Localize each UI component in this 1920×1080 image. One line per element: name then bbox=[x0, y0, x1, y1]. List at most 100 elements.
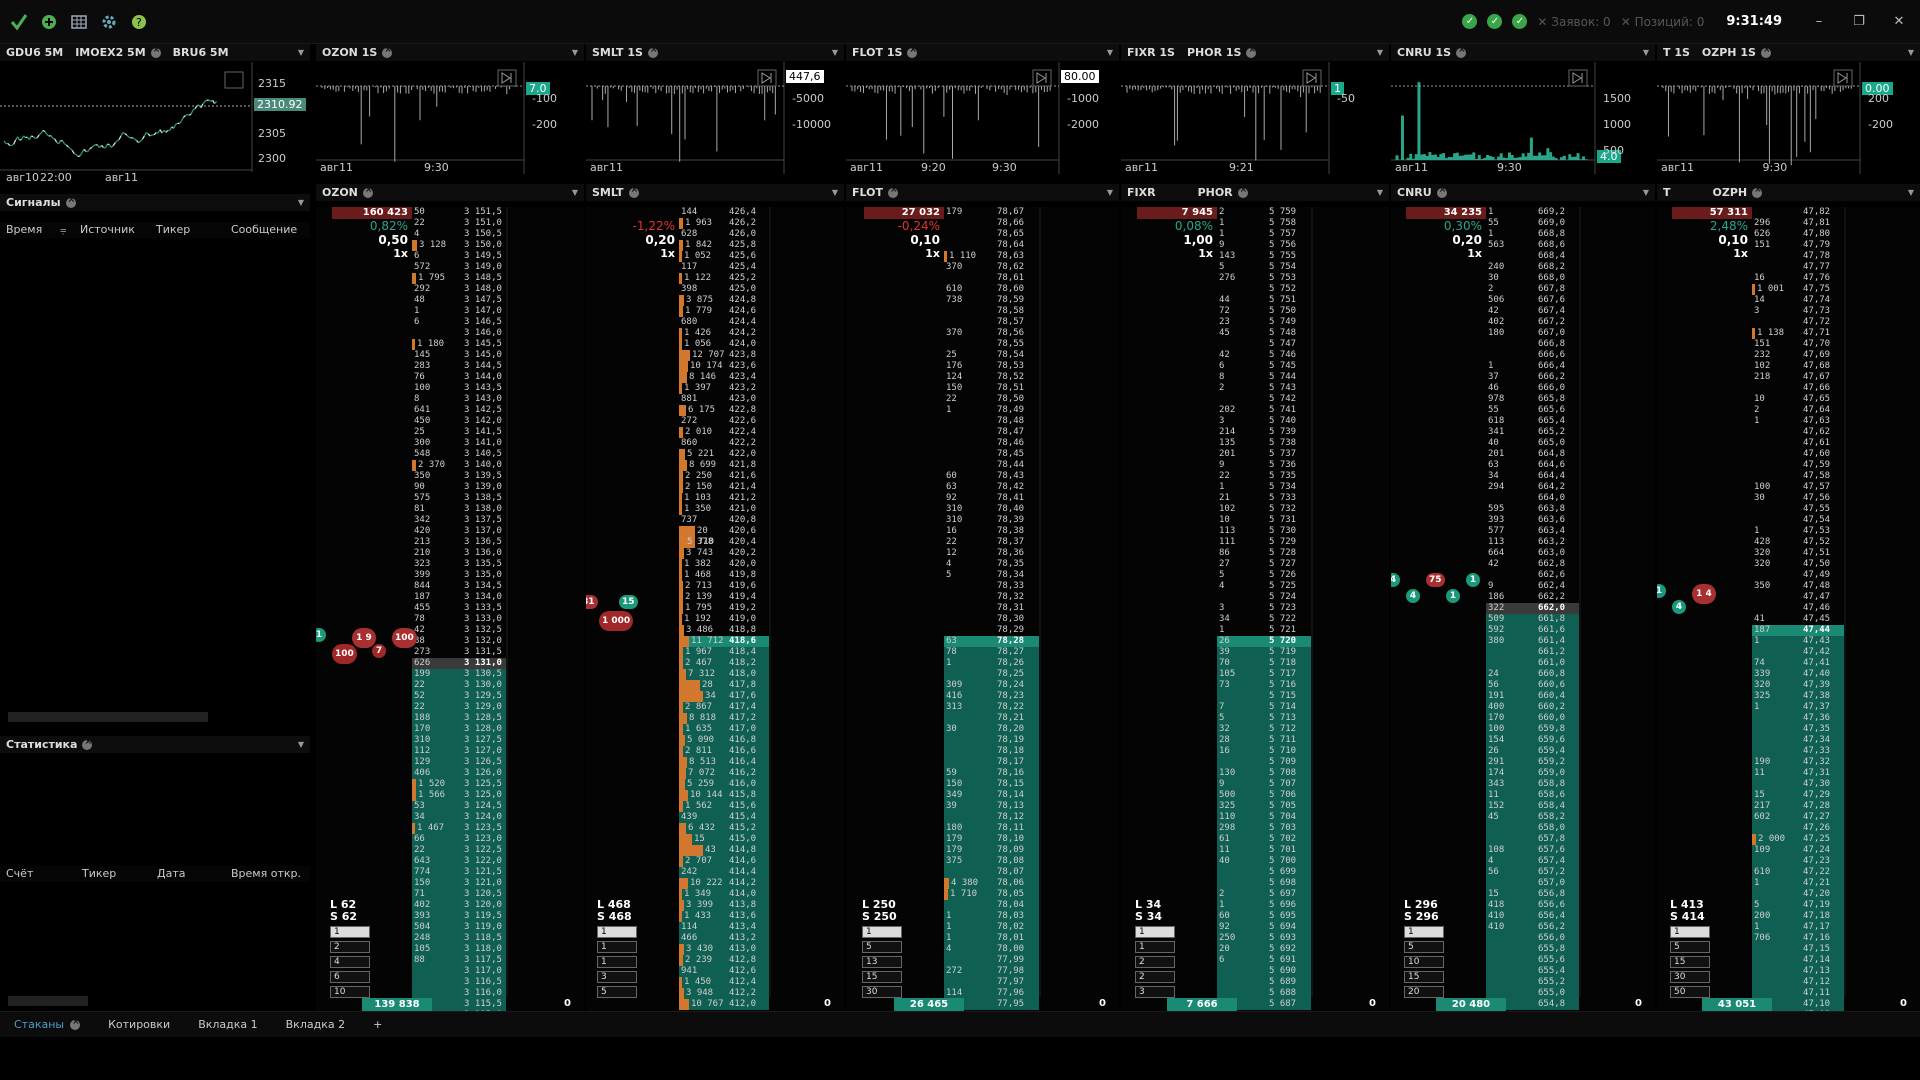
orderbook-row[interactable]: 22 78,37 bbox=[944, 537, 1039, 548]
orderbook-row[interactable]: 291 659,2 bbox=[1486, 757, 1579, 768]
help-icon[interactable]: ? bbox=[128, 11, 150, 33]
orderbook-row[interactable]: 2 713 419,6 bbox=[679, 581, 769, 592]
orders-count[interactable]: ✕ Заявок: 0 bbox=[1537, 15, 1610, 29]
orderbook-row[interactable]: 78,04 bbox=[944, 900, 1039, 911]
orderbook-row[interactable]: 190 47,32 bbox=[1752, 757, 1844, 768]
orderbook-row[interactable]: 1 795 419,2 bbox=[679, 603, 769, 614]
multiplier[interactable]: 1x bbox=[1672, 247, 1752, 260]
orderbook-row[interactable]: 151 47,70 bbox=[1752, 339, 1844, 350]
orderbook-row[interactable]: 1 5 758 bbox=[1217, 218, 1311, 229]
orderbook-row[interactable]: 10 222 414,2 bbox=[679, 878, 769, 889]
signals-tab[interactable]: Сигналы bbox=[0, 195, 82, 209]
orderbook-row[interactable]: 45 5 748 bbox=[1217, 328, 1311, 339]
orderbook-row[interactable]: 47,77 bbox=[1752, 262, 1844, 273]
chevron-down-icon[interactable]: ▼ bbox=[298, 740, 310, 749]
multiplier[interactable]: 1x bbox=[1406, 247, 1486, 260]
orderbook[interactable]: 50 3 151,5 22 3 151,0 4 3 150,5 3 128 3 150,0 6 3… bbox=[316, 207, 584, 1011]
orderbook-row[interactable]: 410 656,2 bbox=[1486, 922, 1579, 933]
volume-preset-button[interactable]: 1 bbox=[1135, 941, 1175, 953]
orderbook-row[interactable]: 680 424,4 bbox=[679, 317, 769, 328]
orderbook-row[interactable]: 150 3 121,0 bbox=[412, 878, 506, 889]
check-logo-icon[interactable] bbox=[8, 11, 30, 33]
orderbook-row[interactable]: 1 669,2 bbox=[1486, 207, 1579, 218]
orderbook-row[interactable]: 309 78,24 bbox=[944, 680, 1039, 691]
orderbook-row[interactable]: 154 659,6 bbox=[1486, 735, 1579, 746]
orderbook-row[interactable]: 78,18 bbox=[944, 746, 1039, 757]
orderbook-row[interactable]: 881 423,0 bbox=[679, 394, 769, 405]
left-price-chart[interactable]: 2315 2310.92 2305 2300 авг10 22:00 авг11 bbox=[0, 62, 310, 185]
orderbook-row[interactable]: 1 5 721 bbox=[1217, 625, 1311, 636]
volume-preset-button[interactable]: 2 bbox=[330, 941, 370, 953]
tab-2[interactable]: Вкладка 2 bbox=[272, 1012, 359, 1038]
column-header[interactable]: Источник bbox=[80, 223, 135, 236]
orderbook-row[interactable]: 34 306417,6 bbox=[679, 691, 769, 713]
orderbook-row[interactable]: 200 47,18 bbox=[1752, 911, 1844, 922]
orderbook-row[interactable]: 113 663,2 bbox=[1486, 537, 1579, 548]
close-tab-icon[interactable] bbox=[65, 195, 76, 208]
orderbook-row[interactable]: 450 3 142,0 bbox=[412, 416, 506, 427]
orderbook-row[interactable]: 602 47,27 bbox=[1752, 812, 1844, 823]
volume-preset-button[interactable]: 15 bbox=[862, 971, 902, 983]
chevron-down-icon[interactable]: ▼ bbox=[298, 48, 310, 57]
orderbook-row[interactable]: 320 47,51 bbox=[1752, 548, 1844, 559]
orderbook-row[interactable]: 30 78,20 bbox=[944, 724, 1039, 735]
orderbook-row[interactable]: 6 5 745 bbox=[1217, 361, 1311, 372]
orderbook[interactable]: 1 669,2 55 669,0 1 668,8 563 668,6 668,4 240 668,2… bbox=[1391, 207, 1655, 1011]
orderbook-row[interactable]: 28 5 711 bbox=[1217, 735, 1311, 746]
orderbook-row[interactable]: 56 660,6 bbox=[1486, 680, 1579, 691]
orderbook-row[interactable]: 214 5 739 bbox=[1217, 427, 1311, 438]
orderbook-row[interactable]: 8 513 416,4 bbox=[679, 757, 769, 768]
orderbook-row[interactable]: 1 192 419,0 bbox=[679, 614, 769, 625]
orderbook-row[interactable]: 11 712 418,6 bbox=[679, 636, 769, 647]
close-tab-icon[interactable] bbox=[1246, 45, 1257, 58]
orderbook-row[interactable]: 1 138 47,71 bbox=[1752, 328, 1844, 339]
orderbook-row[interactable]: 325 47,38 bbox=[1752, 691, 1844, 702]
orderbook-row[interactable]: 8 146 423,4 bbox=[679, 372, 769, 383]
orderbook-row[interactable]: 47,54 bbox=[1752, 515, 1844, 526]
mini-trade-chart[interactable]: 4.0 1500 1000 500 авг11 9:30 bbox=[1391, 62, 1655, 174]
orderbook-row[interactable]: 1 5 734 bbox=[1217, 482, 1311, 493]
orderbook-row[interactable]: 1 78,49 bbox=[944, 405, 1039, 416]
orderbook-row[interactable]: 170 660,0 bbox=[1486, 713, 1579, 724]
orderbook-row[interactable]: 63 78,42 bbox=[944, 482, 1039, 493]
orderbook-row[interactable]: 406 3 126,0 bbox=[412, 768, 506, 779]
orderbook-row[interactable]: 47,13 bbox=[1752, 966, 1844, 977]
orderbook-row[interactable]: 1 397 423,2 bbox=[679, 383, 769, 394]
orderbook-row[interactable]: 2 5 697 bbox=[1217, 889, 1311, 900]
orderbook-row[interactable]: 3 116,5 bbox=[412, 977, 506, 988]
orderbook-row[interactable]: 92 5 694 bbox=[1217, 922, 1311, 933]
orderbook-tab[interactable]: OZPH bbox=[1707, 185, 1769, 199]
orderbook-row[interactable]: 48 3 147,5 bbox=[412, 295, 506, 306]
orderbook-row[interactable]: 402 3 120,0 bbox=[412, 900, 506, 911]
chevron-down-icon[interactable]: ▼ bbox=[1377, 48, 1389, 57]
orderbook-row[interactable]: 400 660,2 bbox=[1486, 702, 1579, 713]
orderbook-row[interactable]: 11 5 701 bbox=[1217, 845, 1311, 856]
orderbook-row[interactable]: 3 117,0 bbox=[412, 966, 506, 977]
orderbook-row[interactable]: 626 3 131,0 bbox=[412, 658, 506, 669]
chevron-down-icon[interactable]: ▼ bbox=[572, 188, 584, 197]
orderbook-row[interactable]: 55 669,0 bbox=[1486, 218, 1579, 229]
orderbook-row[interactable]: 466 413,2 bbox=[679, 933, 769, 944]
orderbook-row[interactable]: 2 867 417,4 bbox=[679, 702, 769, 713]
orderbook-row[interactable]: 3 875 424,8 bbox=[679, 295, 769, 306]
column-header[interactable]: Время bbox=[6, 223, 42, 236]
orderbook-row[interactable]: 2 239 412,8 bbox=[679, 955, 769, 966]
mini-trade-chart[interactable]: 1 -50 авг11 9:21 bbox=[1121, 62, 1389, 174]
orderbook-row[interactable]: 78,17 bbox=[944, 757, 1039, 768]
orderbook-row[interactable]: 47,60 bbox=[1752, 449, 1844, 460]
close-tab-icon[interactable] bbox=[1237, 185, 1248, 198]
orderbook-row[interactable]: 3 5 740 bbox=[1217, 416, 1311, 427]
orderbook-row[interactable]: 655,8 bbox=[1486, 944, 1579, 955]
chart-tab[interactable]: OZON 1S bbox=[316, 45, 398, 59]
volume-preset-button[interactable]: 2 bbox=[1135, 971, 1175, 983]
column-header[interactable]: Тикер bbox=[82, 867, 116, 880]
orderbook-row[interactable]: 22 3 122,5 bbox=[412, 845, 506, 856]
orderbook-row[interactable]: 1 350 421,0 bbox=[679, 504, 769, 515]
orderbook-row[interactable]: 40 665,0 bbox=[1486, 438, 1579, 449]
orderbook-row[interactable]: 102 5 732 bbox=[1217, 504, 1311, 515]
orderbook-row[interactable]: 78,57 bbox=[944, 317, 1039, 328]
volume-preset-button[interactable]: 5 bbox=[597, 986, 637, 998]
orderbook-row[interactable]: 78,12 bbox=[944, 812, 1039, 823]
tab-bru6[interactable]: BRU6 5M bbox=[167, 46, 235, 59]
orderbook-row[interactable]: 78,19 bbox=[944, 735, 1039, 746]
